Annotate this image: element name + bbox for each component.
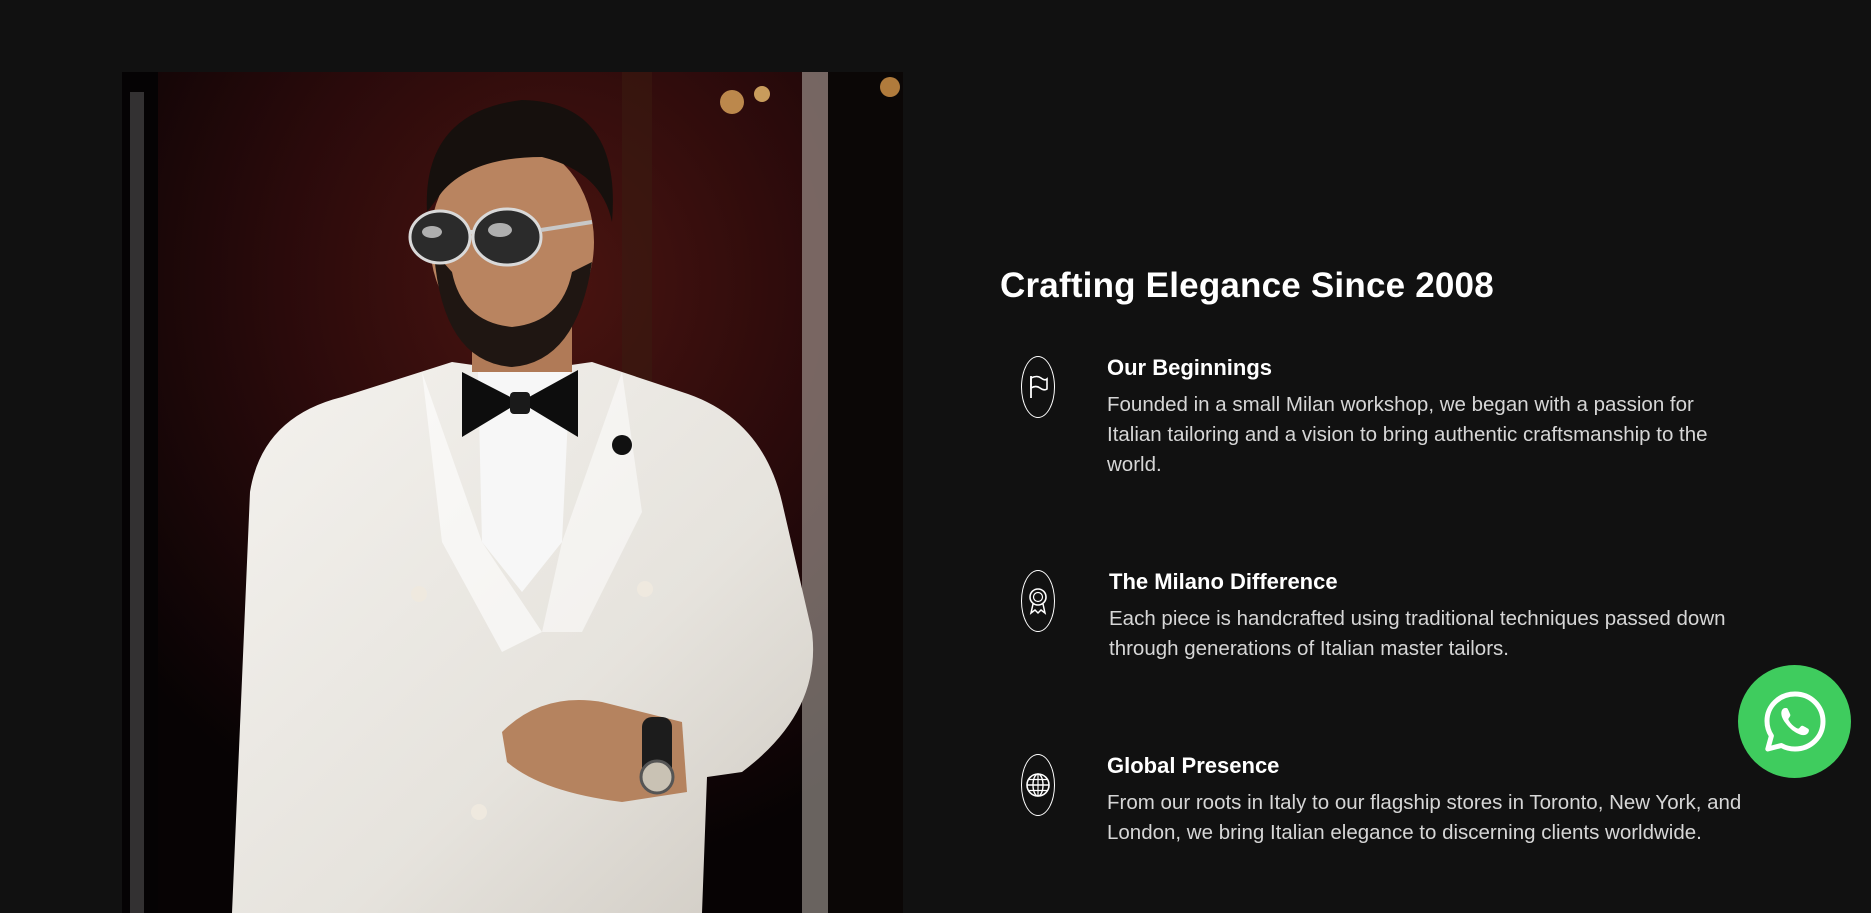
feature-title: Our Beginnings [1107, 355, 1272, 380]
whatsapp-button[interactable] [1738, 665, 1851, 778]
feature-text: The Milano Difference Each piece is hand… [1109, 568, 1749, 664]
award-ribbon-icon [1021, 570, 1055, 632]
feature-title: The Milano Difference [1109, 569, 1338, 594]
feature-title: Global Presence [1107, 753, 1280, 778]
flag-icon [1021, 356, 1055, 418]
section-title: Crafting Elegance Since 2008 [1000, 266, 1494, 305]
feature-our-beginnings: Our Beginnings Founded in a small Milan … [1021, 354, 1747, 480]
feature-description: From our roots in Italy to our flagship … [1107, 791, 1742, 844]
feature-milano-difference: The Milano Difference Each piece is hand… [1021, 568, 1749, 664]
globe-icon [1021, 754, 1055, 816]
feature-global-presence: Global Presence From our roots in Italy … [1021, 752, 1747, 848]
feature-description: Each piece is handcrafted using traditio… [1109, 607, 1726, 660]
feature-text: Global Presence From our roots in Italy … [1107, 752, 1747, 848]
feature-text: Our Beginnings Founded in a small Milan … [1107, 354, 1747, 480]
hero-photo [122, 72, 903, 913]
about-section: Crafting Elegance Since 2008 Our Beginni… [0, 0, 1871, 913]
whatsapp-icon [1764, 691, 1825, 751]
feature-description: Founded in a small Milan workshop, we be… [1107, 393, 1708, 476]
